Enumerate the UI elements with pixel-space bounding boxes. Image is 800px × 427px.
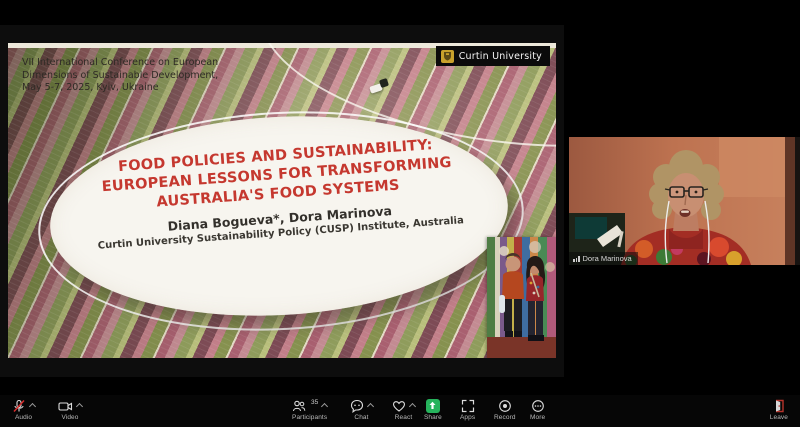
share-button-label: Share (424, 414, 442, 421)
apps-icon (461, 399, 474, 412)
leave-door-icon (775, 399, 784, 412)
participants-count-badge: 35 (311, 399, 319, 406)
video-button-label: Video (61, 414, 79, 421)
react-button[interactable]: React (392, 398, 417, 421)
presentation-slide: VII International Conference on European… (8, 43, 556, 358)
chat-options-caret-icon[interactable] (366, 402, 375, 411)
conference-line: VII International Conference on European (22, 57, 219, 68)
screenshare-pane: VII International Conference on European… (0, 25, 564, 377)
participants-button[interactable]: 35 Participants (292, 398, 329, 421)
record-icon (498, 399, 511, 412)
webcam-video-dora-marinova[interactable]: Dora Marinova (569, 137, 800, 265)
participants-options-caret-icon[interactable] (321, 402, 329, 411)
chat-button[interactable]: Chat (350, 398, 375, 421)
heart-icon (393, 400, 405, 412)
apps-button-label: Apps (460, 414, 476, 421)
video-button[interactable]: Video (58, 398, 84, 421)
participants-icon (292, 400, 306, 411)
react-options-caret-icon[interactable] (408, 402, 417, 411)
curtin-shield-icon (440, 49, 454, 63)
audio-button[interactable]: Audio (12, 398, 37, 421)
authors-photo (487, 237, 556, 358)
curtin-logo-text: Curtin University (458, 50, 542, 62)
mic-muted-icon (13, 399, 25, 412)
more-button-label: More (530, 414, 546, 421)
participants-button-label: Participants (292, 414, 328, 421)
connection-bars-icon (573, 255, 580, 262)
conference-line: May 5-7, 2025, Kyiv, Ukraine (22, 82, 159, 93)
apps-button[interactable]: Apps (460, 398, 475, 421)
toolbar-center-group: 35 Participants Chat React Share Apps Re… (292, 395, 554, 427)
conference-header: VII International Conference on European… (22, 57, 262, 95)
conference-line: Dimensions of Sustainable Development, (22, 69, 219, 81)
share-screen-icon (425, 398, 440, 413)
participant-name: Dora Marinova (582, 254, 632, 263)
chat-button-label: Chat (354, 414, 369, 421)
share-button[interactable]: Share (424, 398, 442, 421)
react-button-label: React (394, 414, 413, 421)
record-button[interactable]: Record (494, 398, 516, 421)
record-button-label: Record (494, 414, 516, 421)
leave-button[interactable]: Leave (770, 398, 788, 421)
audio-options-caret-icon[interactable] (28, 402, 37, 411)
meeting-toolbar: Audio Video 35 Participants Chat React S… (0, 395, 800, 427)
chat-icon (350, 399, 364, 413)
more-button[interactable]: More (530, 398, 545, 421)
audio-button-label: Audio (14, 414, 33, 421)
curtin-university-logo: Curtin University (435, 46, 550, 66)
camera-icon (58, 401, 73, 411)
video-options-caret-icon[interactable] (75, 402, 84, 411)
webcam-scene (569, 137, 800, 265)
more-ellipsis-icon (531, 399, 544, 412)
leave-button-label: Leave (769, 414, 788, 421)
participant-name-tag: Dora Marinova (569, 252, 638, 265)
